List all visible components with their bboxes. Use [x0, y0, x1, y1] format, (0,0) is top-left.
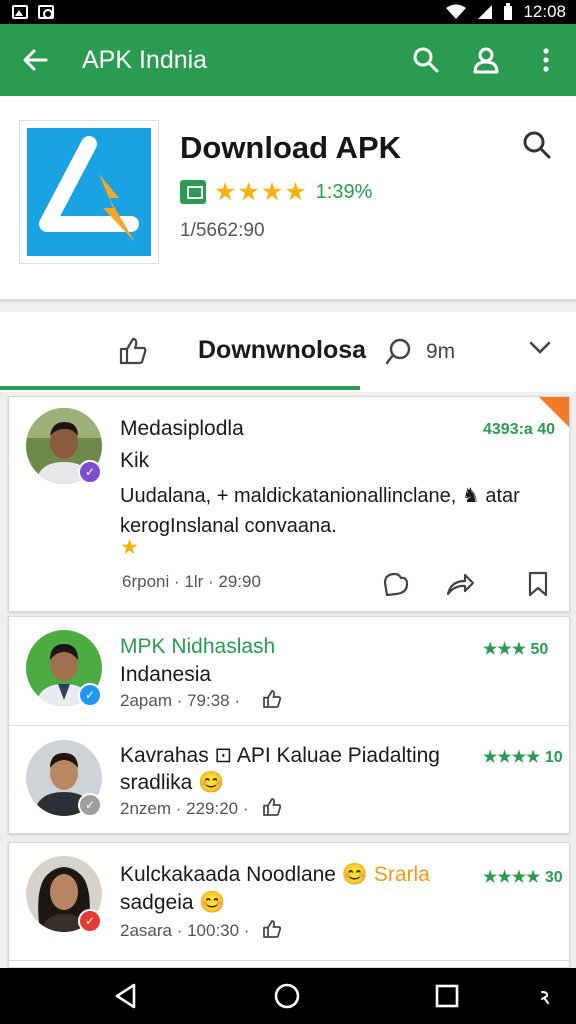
reviewer-subtitle: Kik [120, 449, 150, 472]
like-button[interactable] [381, 569, 411, 599]
thumbs-up-icon [119, 337, 147, 365]
nav-extra-button[interactable] [538, 982, 554, 1010]
signal-icon [478, 5, 493, 19]
nav-home-button[interactable] [273, 982, 301, 1010]
tab-comments[interactable] [384, 338, 414, 368]
review-score: 4393:a 40 [483, 421, 556, 438]
bookmark-button[interactable] [523, 569, 553, 599]
review-meta: 6rponi · 1lr · 29:90 [122, 572, 261, 591]
reviewer-subtitle: Indanesia [120, 663, 212, 686]
search-icon [523, 131, 551, 159]
review-meta: 2asara · 100:30 · [120, 921, 250, 940]
reviewer-subtitle: sradlika 😊 [120, 771, 225, 794]
account-button[interactable] [456, 24, 516, 96]
nav-extra-icon [541, 991, 549, 1004]
app-logo-icon [27, 128, 151, 256]
thumbs-up-button[interactable] [262, 797, 284, 819]
review-score: ★★★★ 10 [483, 749, 563, 766]
battery-icon [504, 3, 513, 20]
app-icon[interactable] [19, 120, 159, 264]
back-button[interactable] [0, 24, 70, 96]
featured-review-card[interactable]: ✓ Medasiplodla 4393:a 40 Kik Uudalana, +… [8, 396, 570, 612]
arrow-left-icon [23, 49, 48, 71]
verified-badge-icon: ✓ [78, 793, 102, 817]
tab-downloads[interactable]: Downwnolosa [198, 336, 366, 365]
search-icon [413, 47, 439, 73]
reviewer-subtitle: sadgeia 😊 [120, 891, 226, 914]
like-icon [383, 572, 409, 597]
comment-icon [385, 338, 411, 365]
thumbs-up-button[interactable] [262, 689, 284, 711]
reviewer-name: MPK Nidhaslash [120, 635, 276, 658]
share-icon [446, 573, 475, 596]
circle-home-icon [274, 983, 300, 1009]
reviewer-name: Kulckakaada Noodlane 😊 Srarla [120, 863, 430, 887]
status-time: 12:08 [523, 2, 566, 21]
review-body: Uudalana, + maldickatanionallinclane, ♞ … [120, 485, 520, 537]
reviews-list-card: ✓ MPK Nidhaslash ★★★ 50 Indanesia 2apam … [8, 616, 571, 834]
verified-badge-icon: ✓ [78, 460, 102, 484]
app-bar: APK Indnia [0, 24, 576, 96]
review-score: ★★★★ 30 [483, 869, 563, 886]
account-icon [473, 47, 499, 74]
more-vert-icon [543, 48, 549, 72]
reviewer-name: Medasiplodla [120, 417, 244, 440]
app-header-card: Download APK ★★★★ 1:39% 1/5662:90 [0, 96, 576, 302]
rating-stars: ★★★★ [214, 178, 308, 206]
review-card[interactable]: ✓ Kulckakaada Noodlane 😊 Srarla ★★★★ 30 … [8, 842, 571, 968]
tab-comments-label[interactable]: 9m [426, 340, 455, 364]
verified-badge-icon: ✓ [78, 683, 102, 707]
reviewer-name: Kavrahas ⊡ API Kaluae Piadalting [120, 744, 440, 767]
gallery-notification-icon [12, 5, 28, 19]
tab-thumbs-up[interactable] [118, 336, 150, 368]
wifi-icon [446, 4, 467, 19]
reviewer-name-text: Kulckakaada Noodlane 😊 [120, 863, 368, 886]
thumbs-up-button[interactable] [262, 919, 284, 941]
tab-more-button[interactable] [528, 340, 558, 364]
status-bar: 12:08 [0, 0, 576, 24]
search-button[interactable] [396, 24, 456, 96]
review-score: ★★★ 50 [483, 641, 549, 658]
divider [9, 960, 571, 961]
share-button[interactable] [445, 569, 475, 599]
rating-row: ★★★★ 1:39% [180, 178, 372, 206]
tab-bar: Downwnolosa 9m [0, 312, 576, 392]
verified-badge-icon: ✓ [78, 909, 102, 933]
nav-recents-button[interactable] [433, 982, 461, 1010]
thumbs-up-icon [263, 690, 282, 708]
app-name: Download APK [180, 130, 402, 165]
app-bar-title: APK Indnia [82, 45, 208, 74]
store-bag-icon [180, 180, 206, 204]
reviewer-tag: Srarla [373, 863, 430, 886]
thumbs-up-icon [263, 920, 282, 938]
overflow-menu-button[interactable] [516, 24, 576, 96]
square-recents-icon [435, 984, 459, 1008]
camera-notification-icon [38, 5, 54, 19]
screen: { "status_bar": { "time": "12:08" }, "ap… [0, 0, 576, 1024]
triangle-back-icon [115, 983, 136, 1009]
bookmark-icon [528, 571, 548, 597]
tab-indicator [0, 386, 360, 390]
review-meta: 2apam · 79:38 · [120, 691, 241, 710]
card-search-button[interactable] [522, 130, 558, 166]
divider [9, 725, 571, 726]
review-star: ★ [120, 536, 139, 559]
chevron-down-icon [529, 341, 551, 354]
rating-count: 1:39% [315, 180, 373, 203]
review-meta: 2nzem · 229:20 · [120, 799, 249, 818]
nav-back-button[interactable] [112, 982, 140, 1010]
app-meta: 1/5662:90 [180, 220, 265, 241]
thumbs-up-icon [263, 798, 282, 816]
navigation-bar [0, 968, 576, 1024]
